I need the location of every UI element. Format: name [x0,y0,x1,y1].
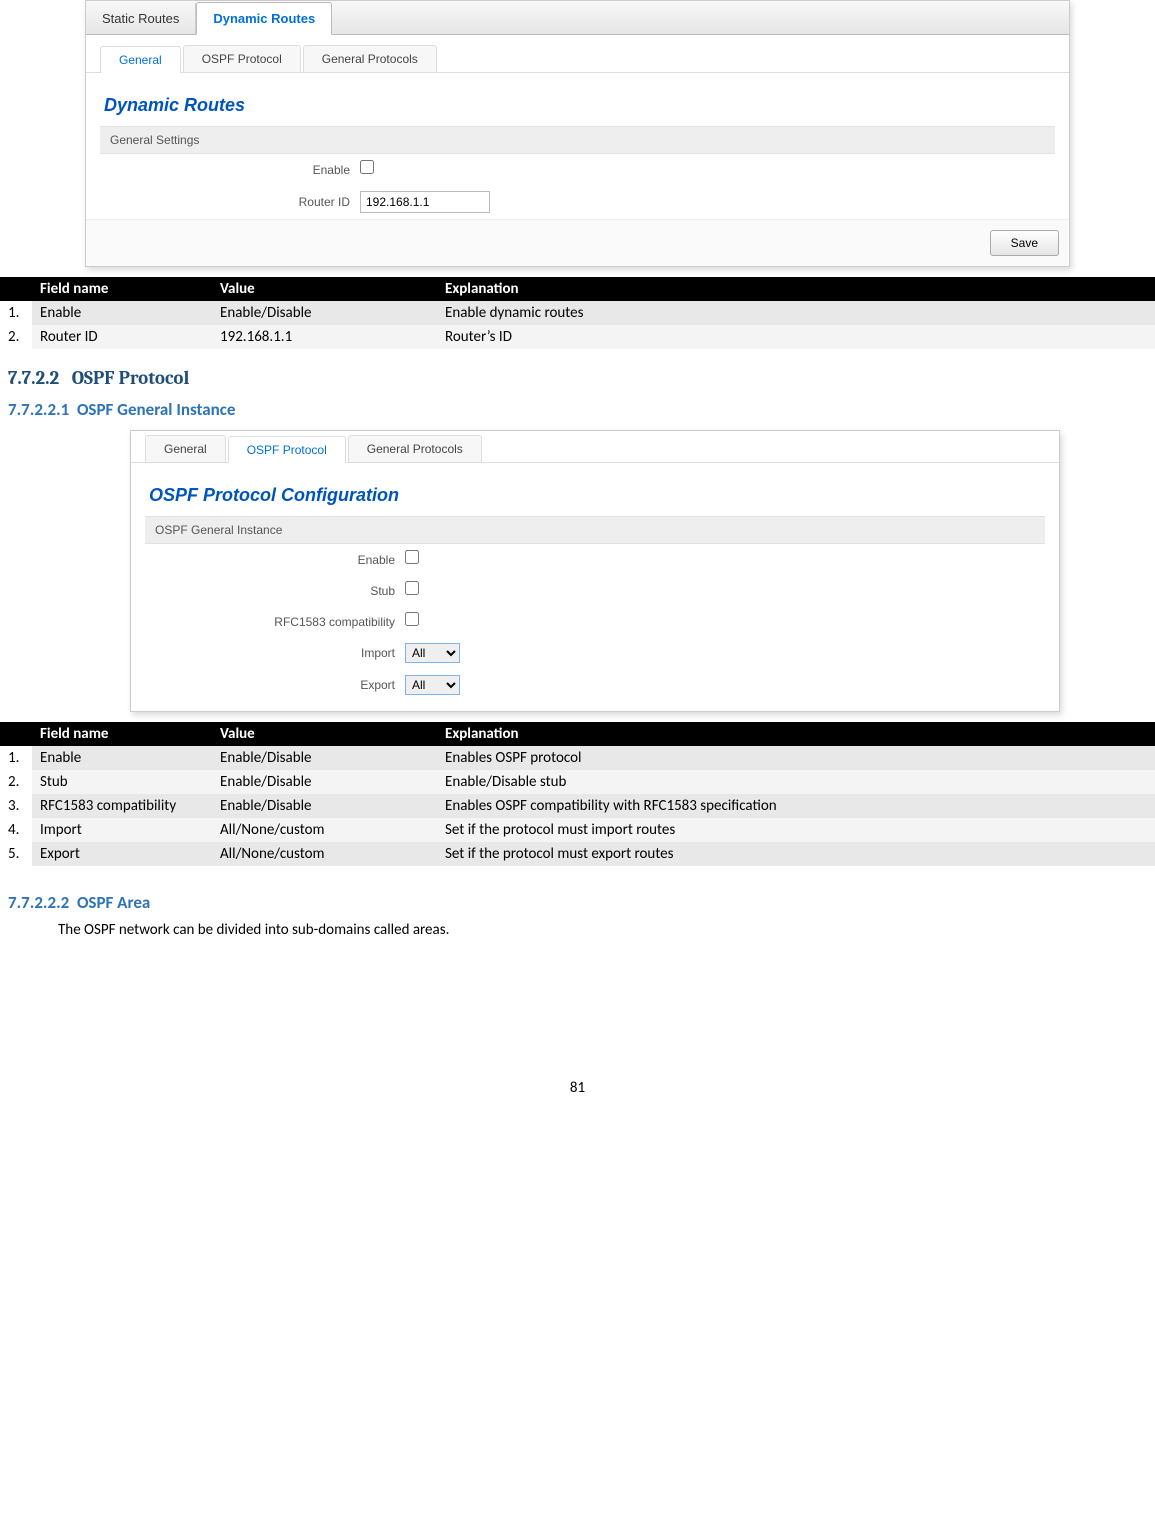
label-enable: Enable [145,553,405,567]
cell-expl: Set if the protocol must export routes [437,842,1155,866]
th-value: Value [212,277,437,301]
cell-expl: Enable dynamic routes [437,301,1155,325]
table-ospf-fields: Field name Value Explanation 1. Enable E… [0,722,1155,866]
table-dynamic-routes-fields: Field name Value Explanation 1. Enable E… [0,277,1155,349]
cell-field: Import [32,818,212,842]
save-button[interactable]: Save [990,230,1059,256]
cell-field: Enable [32,746,212,770]
screenshot-ospf-protocol: General OSPF Protocol General Protocols … [130,430,1060,712]
subtab-general[interactable]: General [145,435,226,462]
th-explanation: Explanation [437,722,1155,746]
th-num [0,277,32,301]
cell-num: 2. [0,325,32,349]
checkbox-stub[interactable] [405,581,419,595]
tab-static-routes[interactable]: Static Routes [86,3,196,34]
label-rfc1583: RFC1583 compatibility [145,615,405,629]
cell-expl: Enable/Disable stub [437,770,1155,794]
cell-expl: Enables OSPF protocol [437,746,1155,770]
body-text-ospf-area: The OSPF network can be divided into sub… [58,921,1155,939]
heading-ospf-area: 7.7.2.2.2 OSPF Area [8,892,1155,913]
subtab-general-protocols[interactable]: General Protocols [303,45,437,72]
label-router-id: Router ID [100,195,360,209]
checkbox-rfc1583[interactable] [405,612,419,626]
label-export: Export [145,678,405,692]
heading-ospf-protocol: 7.7.2.2 OSPF Protocol [8,367,1155,389]
tab-dynamic-routes[interactable]: Dynamic Routes [196,2,332,35]
cell-num: 1. [0,301,32,325]
cell-num: 5. [0,842,32,866]
cell-value: Enable/Disable [212,770,437,794]
cell-field: Enable [32,301,212,325]
select-export[interactable]: All [405,675,460,695]
screenshot-dynamic-routes: Static Routes Dynamic Routes General OSP… [85,0,1070,267]
panel-title: Dynamic Routes [100,87,1055,126]
th-field: Field name [32,722,212,746]
cell-num: 3. [0,794,32,818]
select-import[interactable]: All [405,643,460,663]
cell-value: Enable/Disable [212,794,437,818]
subtab-ospf-protocol[interactable]: OSPF Protocol [183,45,301,72]
th-num [0,722,32,746]
label-stub: Stub [145,584,405,598]
cell-value: Enable/Disable [212,301,437,325]
subtab-general-protocols[interactable]: General Protocols [348,435,482,462]
sub-tabs: General OSPF Protocol General Protocols [86,35,1069,73]
sub-tabs-ospf: General OSPF Protocol General Protocols [131,431,1059,463]
cell-value: 192.168.1.1 [212,325,437,349]
th-value: Value [212,722,437,746]
cell-field: Router ID [32,325,212,349]
checkbox-enable-ospf[interactable] [405,550,419,564]
cell-num: 2. [0,770,32,794]
label-enable: Enable [100,163,360,177]
cell-expl: Set if the protocol must import routes [437,818,1155,842]
cell-value: All/None/custom [212,818,437,842]
input-router-id[interactable] [360,191,490,213]
cell-expl: Router’s ID [437,325,1155,349]
checkbox-enable[interactable] [360,160,374,174]
th-field: Field name [32,277,212,301]
heading-ospf-general-instance: 7.7.2.2.1 OSPF General Instance [8,399,1155,420]
cell-num: 1. [0,746,32,770]
subtab-ospf-protocol[interactable]: OSPF Protocol [228,436,346,463]
subtab-general[interactable]: General [100,46,181,73]
panel-title-ospf: OSPF Protocol Configuration [145,477,1045,516]
section-header-general-settings: General Settings [100,126,1055,154]
label-import: Import [145,646,405,660]
cell-field: Export [32,842,212,866]
cell-value: All/None/custom [212,842,437,866]
cell-expl: Enables OSPF compatibility with RFC1583 … [437,794,1155,818]
cell-value: Enable/Disable [212,746,437,770]
cell-field: RFC1583 compatibility [32,794,212,818]
cell-field: Stub [32,770,212,794]
th-explanation: Explanation [437,277,1155,301]
page-number: 81 [0,1079,1155,1117]
section-header-ospf-instance: OSPF General Instance [145,516,1045,544]
top-tabs: Static Routes Dynamic Routes [86,1,1069,35]
cell-num: 4. [0,818,32,842]
